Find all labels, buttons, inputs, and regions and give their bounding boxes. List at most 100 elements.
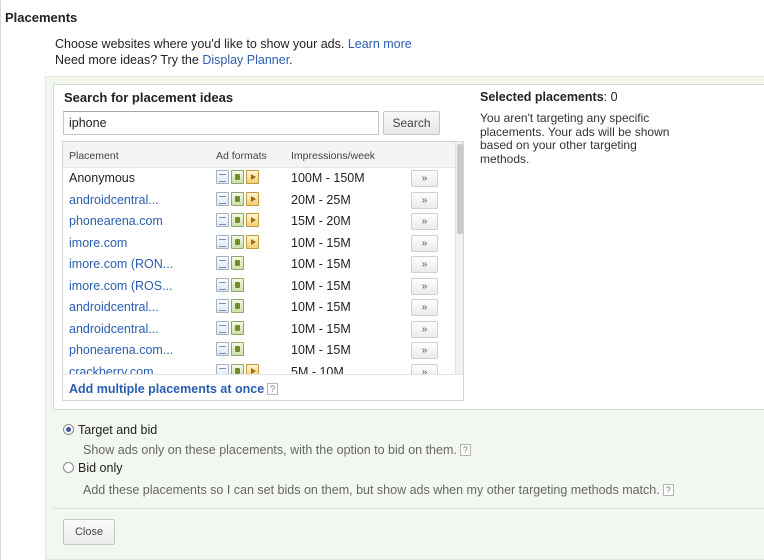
selected-count: : 0	[603, 90, 618, 104]
selected-description: You aren't targeting any specific placem…	[480, 111, 670, 166]
help-icon[interactable]: ?	[267, 383, 279, 395]
placement-name[interactable]: phonearena.com	[69, 214, 163, 228]
close-button[interactable]: Close	[63, 519, 115, 545]
text-ad-icon	[216, 191, 229, 206]
table-row: phonearena.com... 10M - 15M »	[63, 340, 455, 362]
divider	[53, 508, 764, 509]
target-and-bid-desc-text: Show ads only on these placements, with …	[83, 443, 457, 457]
text-ad-icon	[216, 342, 229, 356]
intro-line2: Need more ideas? Try the	[55, 53, 199, 67]
image-ad-icon	[231, 299, 244, 313]
table-row: phonearena.com 15M - 20M »	[63, 211, 455, 233]
text-ad-icon	[216, 170, 229, 184]
ad-formats	[216, 170, 261, 185]
ad-formats	[216, 234, 261, 250]
table-row: androidcentral... 20M - 25M »	[63, 190, 455, 212]
text-ad-icon	[216, 299, 229, 313]
text-ad-icon	[216, 234, 229, 249]
scroll-thumb[interactable]	[457, 144, 463, 234]
add-placement-button[interactable]: »	[411, 320, 438, 338]
results-scrollbar[interactable]	[455, 142, 463, 374]
impressions-value: 10M - 15M	[291, 235, 351, 250]
add-placement-button[interactable]: »	[411, 170, 438, 187]
placement-name[interactable]: androidcentral...	[69, 193, 159, 207]
impressions-value: 5M - 10M	[291, 364, 344, 375]
add-placement-button[interactable]: »	[411, 213, 438, 230]
image-ad-icon	[231, 256, 244, 270]
ad-formats	[216, 256, 246, 271]
image-ad-icon	[231, 191, 244, 206]
ad-formats	[216, 363, 261, 374]
table-row: androidcentral... 10M - 15M »	[63, 297, 455, 319]
results-header: Placement Ad formats Impressions/week	[63, 142, 455, 168]
placement-name[interactable]: androidcentral...	[69, 322, 159, 336]
placement-results: Placement Ad formats Impressions/week An…	[62, 141, 464, 401]
page-title: Placements	[5, 10, 78, 25]
impressions-value: 10M - 15M	[291, 300, 351, 314]
search-button[interactable]: Search	[383, 111, 440, 135]
table-row: imore.com 10M - 15M »	[63, 233, 455, 255]
placement-name[interactable]: androidcentral...	[69, 300, 159, 314]
impressions-value: 10M - 15M	[291, 343, 351, 357]
add-placement-button[interactable]: »	[411, 277, 438, 295]
impressions-value: 100M - 150M	[291, 171, 365, 185]
target-and-bid-label[interactable]: Target and bid	[78, 423, 157, 437]
ad-formats	[216, 299, 246, 314]
add-placement-button[interactable]: »	[411, 191, 438, 209]
add-placement-button[interactable]: »	[411, 363, 438, 374]
column-ad-formats: Ad formats	[216, 150, 267, 162]
table-row: imore.com (ROS... 10M - 15M »	[63, 276, 455, 298]
add-placement-button[interactable]: »	[411, 256, 438, 273]
add-multiple-link[interactable]: Add multiple placements at once?	[69, 382, 279, 396]
add-placement-button[interactable]: »	[411, 234, 438, 252]
placement-name[interactable]: imore.com (RON...	[69, 257, 173, 271]
add-multiple-label[interactable]: Add multiple placements at once	[69, 382, 264, 396]
impressions-value: 10M - 15M	[291, 257, 351, 271]
impressions-value: 10M - 15M	[291, 278, 351, 293]
placement-name[interactable]: phonearena.com...	[69, 343, 173, 357]
video-ad-icon	[246, 191, 259, 206]
column-placement: Placement	[69, 150, 119, 162]
ad-formats	[216, 213, 261, 228]
text-ad-icon	[216, 256, 229, 270]
results-list: Anonymous 100M - 150M » androidcentral... 20…	[63, 168, 455, 374]
bid-only-description: Add these placements so I can set bids o…	[83, 483, 674, 497]
ad-formats	[216, 320, 246, 336]
image-ad-icon	[231, 363, 244, 374]
display-planner-link[interactable]: Display Planner	[202, 53, 289, 67]
text-ad-icon	[216, 277, 229, 292]
search-input[interactable]	[63, 111, 379, 135]
help-icon[interactable]: ?	[662, 484, 674, 496]
target-and-bid-description: Show ads only on these placements, with …	[83, 443, 471, 457]
placement-name[interactable]: imore.com	[69, 236, 127, 250]
ad-formats	[216, 277, 246, 293]
help-icon[interactable]: ?	[459, 444, 471, 456]
impressions-value: 20M - 25M	[291, 192, 351, 207]
radio-target-and-bid[interactable]	[63, 424, 74, 435]
selected-label: Selected placements	[480, 90, 604, 104]
option-bid-only[interactable]: Bid only	[63, 461, 122, 475]
video-ad-icon	[246, 170, 259, 184]
table-row: crackberry.com 5M - 10M »	[63, 362, 455, 375]
add-placement-button[interactable]: »	[411, 342, 438, 359]
placement-name[interactable]: crackberry.com	[69, 365, 154, 375]
option-target-and-bid[interactable]: Target and bid	[63, 423, 157, 437]
impressions-value: 15M - 20M	[291, 214, 351, 228]
image-ad-icon	[231, 342, 244, 356]
ad-formats	[216, 342, 246, 357]
add-placement-button[interactable]: »	[411, 299, 438, 316]
bid-only-label[interactable]: Bid only	[78, 461, 122, 475]
text-ad-icon	[216, 320, 229, 335]
intro-line1: Choose websites where you'd like to show…	[55, 37, 345, 51]
video-ad-icon	[246, 213, 259, 227]
intro-text: Choose websites where you'd like to show…	[55, 36, 412, 68]
image-ad-icon	[231, 213, 244, 227]
placement-name[interactable]: imore.com (ROS...	[69, 279, 173, 293]
learn-more-link[interactable]: Learn more	[348, 37, 412, 51]
image-ad-icon	[231, 234, 244, 249]
table-row: imore.com (RON... 10M - 15M »	[63, 254, 455, 276]
placement-name: Anonymous	[69, 171, 136, 185]
radio-bid-only[interactable]	[63, 462, 74, 473]
video-ad-icon	[246, 363, 259, 374]
ad-formats	[216, 191, 261, 207]
